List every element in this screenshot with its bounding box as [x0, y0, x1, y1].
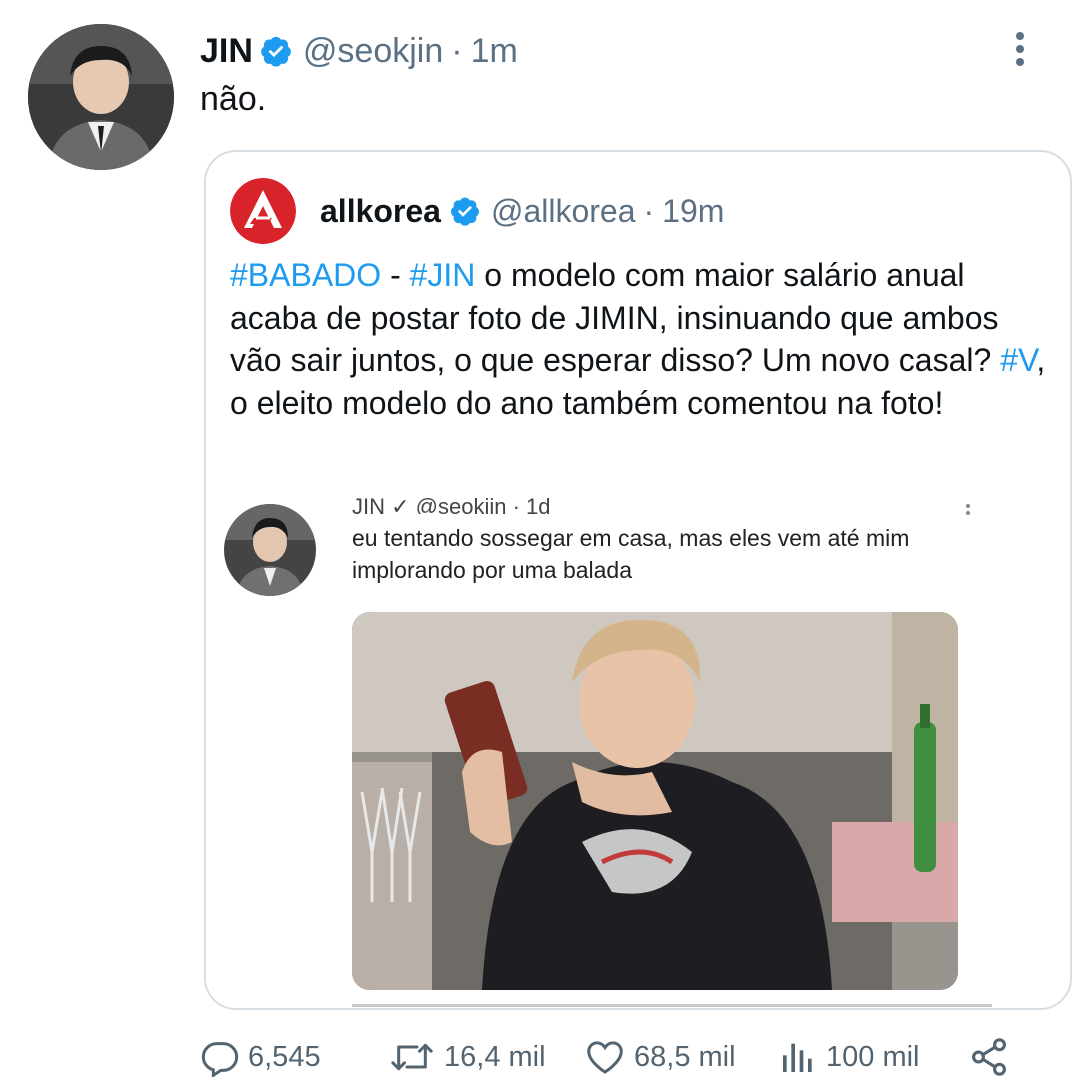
hashtag-jin[interactable]: #JIN [410, 257, 476, 293]
tweet-time[interactable]: 1m [471, 32, 518, 71]
author-avatar[interactable] [28, 24, 174, 170]
like-count: 68,5 mil [634, 1040, 736, 1073]
separator-dot: · [451, 31, 463, 70]
embedded-avatar [224, 504, 316, 596]
heart-icon [584, 1037, 634, 1077]
quoted-author-avatar[interactable] [230, 178, 296, 244]
quoted-author-name[interactable]: allkorea [320, 193, 441, 230]
quoted-tweet-text: #BABADO - #JIN o modelo com maior salári… [230, 254, 1050, 424]
quoted-tweet-header: allkorea @allkorea · 19m [320, 188, 724, 234]
reply-icon [200, 1037, 248, 1077]
share-button[interactable] [968, 1032, 1018, 1082]
retweet-icon [388, 1037, 444, 1077]
more-vertical-icon[interactable] [1008, 30, 1032, 70]
retweet-count: 16,4 mil [444, 1040, 546, 1073]
quoted-media-image[interactable]: JIN ✓ @seokjin · 1d eu tentando sossegar… [206, 498, 1070, 1008]
quoted-author-handle[interactable]: @allkorea [491, 193, 636, 230]
tweet-header: JIN @seokjin · 1m [200, 28, 518, 74]
quoted-tweet-card[interactable]: allkorea @allkorea · 19m #BABADO - #JIN … [204, 150, 1072, 1010]
embedded-tweet-text: eu tentando sossegar em casa, mas eles v… [352, 525, 910, 583]
more-vertical-icon [964, 502, 972, 518]
embedded-tweet-header: JIN ✓ @seokjin · 1d [352, 498, 551, 514]
verified-badge-icon [449, 195, 481, 227]
tweet-text: não. [200, 80, 267, 118]
hashtag-v[interactable]: #V [1000, 342, 1036, 378]
share-icon [968, 1036, 1018, 1078]
tweet-action-bar: 6,545 16,4 mil 68,5 mil 100 mil [200, 1032, 1060, 1082]
views-button[interactable]: 100 mil [778, 1032, 920, 1082]
embedded-photo [352, 612, 958, 990]
retweet-button[interactable]: 16,4 mil [388, 1032, 546, 1082]
reply-button[interactable]: 6,545 [200, 1032, 321, 1082]
embedded-divider [352, 1004, 992, 1008]
hashtag-babado[interactable]: #BABADO [230, 257, 381, 293]
quoted-tweet-time[interactable]: 19m [662, 193, 724, 230]
separator-dot: · [643, 192, 655, 229]
author-handle[interactable]: @seokjin [303, 32, 443, 71]
views-count: 100 mil [826, 1040, 920, 1073]
verified-badge-icon [259, 34, 293, 68]
like-button[interactable]: 68,5 mil [584, 1032, 736, 1082]
reply-count: 6,545 [248, 1040, 321, 1073]
quoted-text-dash: - [381, 257, 410, 293]
views-icon [778, 1037, 826, 1077]
author-name[interactable]: JIN [200, 32, 253, 71]
